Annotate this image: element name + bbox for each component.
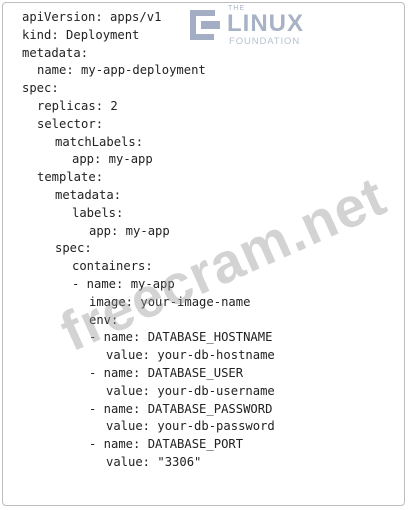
code-line: app: my-app bbox=[72, 152, 153, 167]
code-line: template: bbox=[37, 170, 104, 185]
code-line: image: your-image-name bbox=[89, 294, 251, 309]
logo-name: LINUX bbox=[227, 10, 304, 37]
code-line: selector: bbox=[37, 116, 104, 131]
code-line: value: your-db-password bbox=[106, 419, 275, 434]
yaml-code-block: apiVersion: apps/v1 kind: Deployment metad… bbox=[22, 9, 275, 472]
code-line: app: my-app bbox=[89, 223, 170, 238]
code-line: value: "3306" bbox=[106, 454, 202, 469]
code-line: matchLabels: bbox=[55, 134, 144, 149]
code-line: - name: DATABASE_PORT bbox=[89, 437, 244, 452]
code-line: - name: my-app bbox=[72, 276, 175, 291]
code-line: name: my-app-deployment bbox=[37, 63, 206, 78]
code-line: labels: bbox=[72, 205, 124, 220]
code-line: replicas: 2 bbox=[37, 98, 118, 113]
code-line: metadata: bbox=[55, 187, 122, 202]
code-line: containers: bbox=[72, 259, 153, 274]
linux-foundation-logo: THE LINUX FOUNDATION bbox=[189, 5, 329, 47]
code-line: spec: bbox=[22, 81, 59, 96]
code-line: value: your-db-username bbox=[106, 383, 275, 398]
code-line: - name: DATABASE_PASSWORD bbox=[89, 401, 273, 416]
linux-foundation-logo-icon bbox=[190, 10, 220, 40]
code-screenshot-frame: apiVersion: apps/v1 kind: Deployment metad… bbox=[2, 2, 405, 506]
logo-subtitle: FOUNDATION bbox=[229, 36, 301, 47]
code-line: - name: DATABASE_HOSTNAME bbox=[89, 330, 273, 345]
code-line: - name: DATABASE_USER bbox=[89, 365, 244, 380]
code-line: env: bbox=[89, 312, 119, 327]
code-line: spec: bbox=[55, 241, 92, 256]
code-line: metadata: bbox=[22, 45, 89, 60]
code-line: value: your-db-hostname bbox=[106, 348, 275, 363]
